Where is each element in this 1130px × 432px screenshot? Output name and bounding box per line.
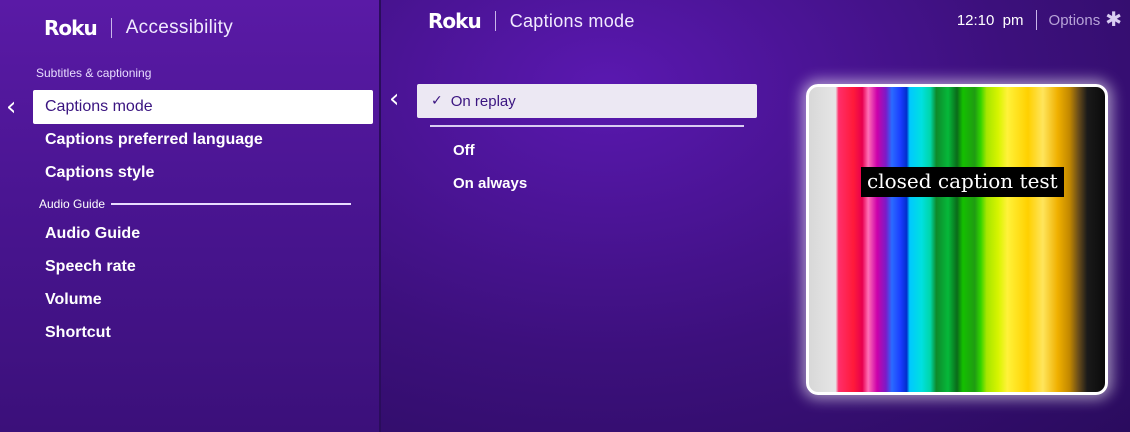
header-separator [110,18,112,38]
menu-item-audio-guide[interactable]: Audio Guide [45,225,140,243]
menu-item-captions-style[interactable]: Captions style [45,164,154,182]
options-divider [430,125,744,127]
menu-item-volume[interactable]: Volume [45,291,102,309]
option-off[interactable]: Off [453,142,475,159]
right-header: Roku Captions mode [428,8,635,34]
menu-item-shortcut[interactable]: Shortcut [45,324,111,342]
option-on-always[interactable]: On always [453,175,527,192]
menu-item-captions-preferred-language[interactable]: Captions preferred language [45,131,263,149]
section-label-subtitles: Subtitles & captioning [36,66,152,80]
preview-caption-text: closed caption test [861,167,1064,197]
option-on-replay[interactable]: ✓ On replay [417,84,757,118]
clock: 12:10 pm [956,11,1024,29]
options-label[interactable]: Options [1049,12,1101,29]
section-divider [111,203,352,205]
chevron-left-icon[interactable]: ‹ [6,94,16,120]
roku-logo: Roku [428,9,482,33]
section-audio-guide: Audio Guide [39,197,352,211]
status-bar: 12:10 pm Options ✱ [957,10,1122,30]
header-separator [494,11,496,31]
asterisk-icon[interactable]: ✱ [1105,10,1122,30]
left-header: Roku Accessibility [44,14,233,42]
menu-item-speech-rate[interactable]: Speech rate [45,258,136,276]
menu-item-captions-mode[interactable]: Captions mode [33,90,373,124]
chevron-left-icon[interactable]: ‹ [389,86,399,112]
caption-preview: closed caption test [806,84,1108,395]
page-title: Accessibility [125,17,234,38]
accessibility-panel: Roku Accessibility Subtitles & captionin… [0,0,379,432]
check-icon: ✓ [431,93,443,109]
roku-logo: Roku [44,16,98,40]
section-label-audio-guide: Audio Guide [39,197,106,211]
status-separator [1035,10,1037,30]
page-title: Captions mode [509,10,635,31]
option-label: On replay [450,92,516,110]
